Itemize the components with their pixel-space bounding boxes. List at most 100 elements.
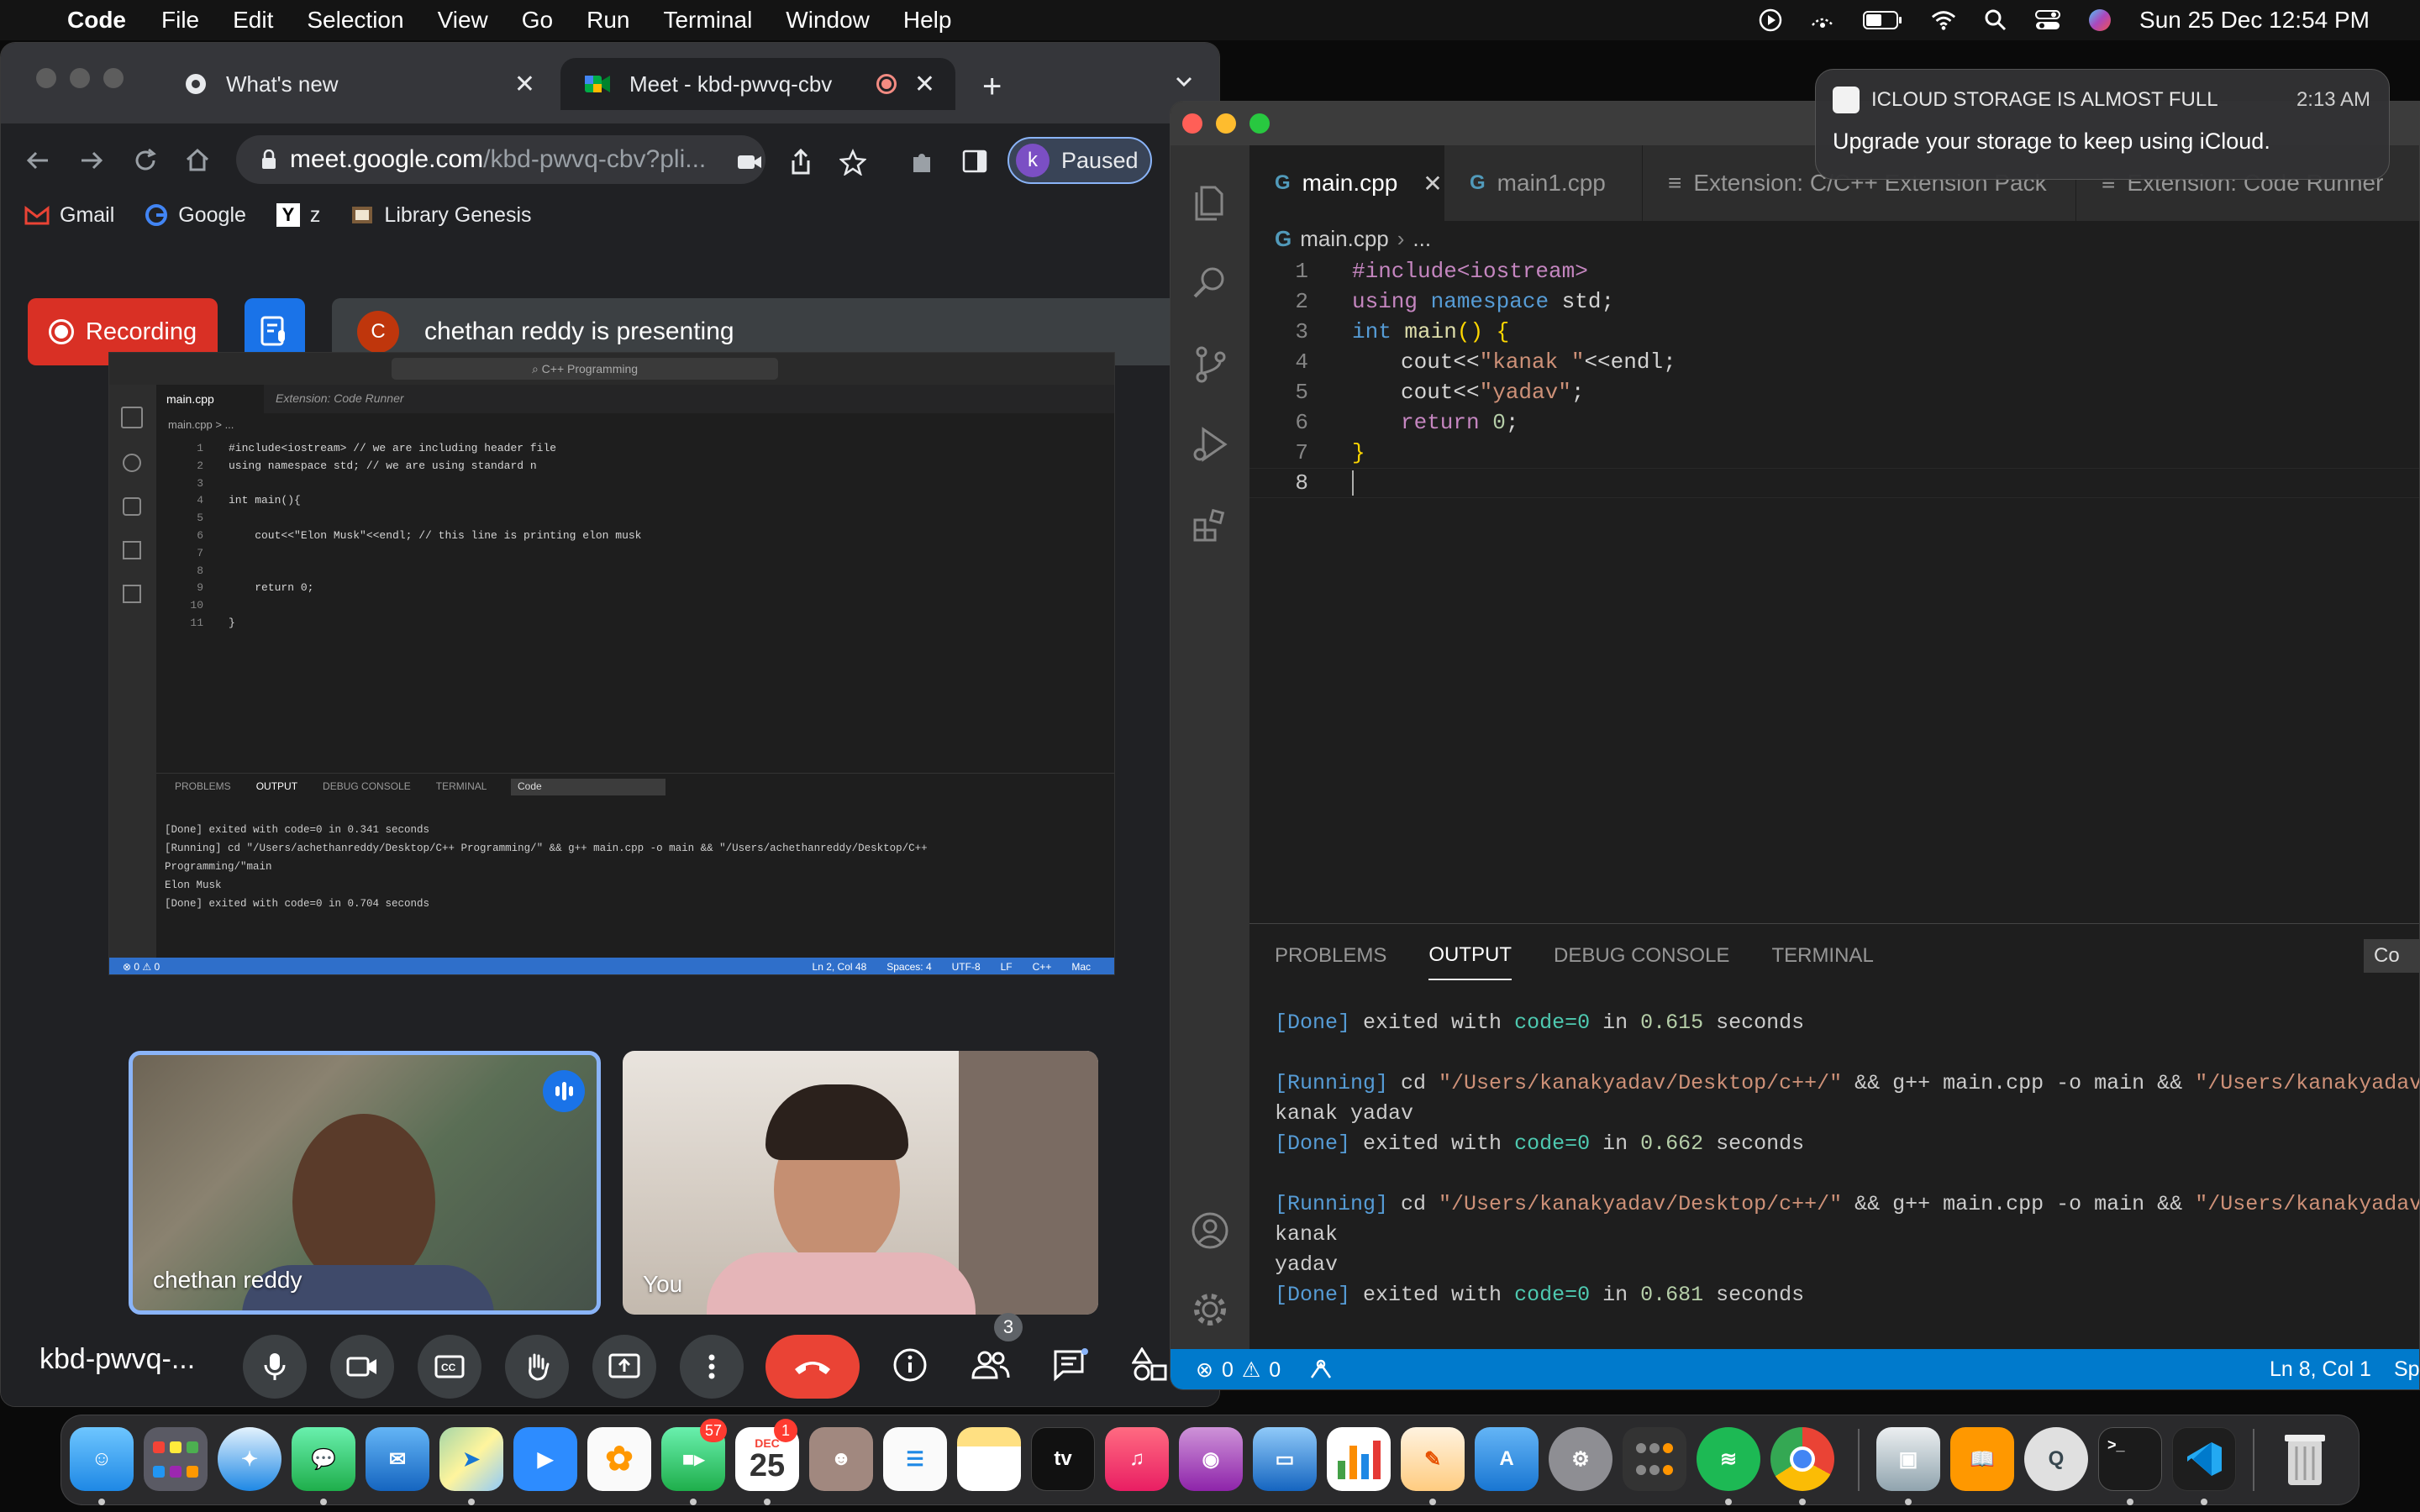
side-panel-icon[interactable]	[962, 149, 987, 174]
notes-icon[interactable]	[957, 1427, 1021, 1491]
run-debug-icon[interactable]	[1190, 424, 1230, 465]
spotify-icon[interactable]: ≋	[1697, 1427, 1760, 1491]
menu-datetime[interactable]: Sun 25 Dec 12:54 PM	[2139, 7, 2370, 34]
address-bar[interactable]: meet.google.com/kbd-pwvq-cbv?pli...	[236, 135, 765, 184]
tab-meet[interactable]: Meet - kbd-pwvq-cbv ✕	[560, 58, 955, 110]
system-preferences-icon[interactable]: ⚙	[1549, 1427, 1612, 1491]
app-store-icon[interactable]: A	[1475, 1427, 1539, 1491]
menu-help[interactable]: Help	[903, 7, 952, 34]
close-icon[interactable]: ✕	[914, 70, 935, 99]
icloud-notification[interactable]: ICLOUD STORAGE IS ALMOST FULL 2:13 AM Up…	[1815, 69, 2390, 180]
people-button[interactable]: 3	[967, 1313, 1023, 1389]
menu-go[interactable]: Go	[522, 7, 553, 34]
menu-run[interactable]: Run	[587, 7, 629, 34]
tab-debug-console[interactable]: DEBUG CONSOLE	[1554, 944, 1729, 968]
status-indentation[interactable]: Sp	[2394, 1357, 2419, 1382]
zoom-icon[interactable]: ▶	[513, 1427, 577, 1491]
menu-terminal[interactable]: Terminal	[663, 7, 752, 34]
terminal-icon[interactable]: >_	[2098, 1427, 2162, 1491]
tab-terminal[interactable]: TERMINAL	[1771, 944, 1873, 968]
trash-icon[interactable]	[2273, 1427, 2337, 1491]
window-zoom-button[interactable]	[1249, 113, 1270, 134]
menu-file[interactable]: File	[161, 7, 199, 34]
tab-problems[interactable]: PROBLEMS	[1275, 944, 1386, 968]
transfer-status-icon[interactable]	[1810, 8, 1835, 33]
music-icon[interactable]: ♫	[1105, 1427, 1169, 1491]
menu-selection[interactable]: Selection	[307, 7, 403, 34]
forward-arrow-icon[interactable]	[78, 147, 105, 174]
code-editor[interactable]: 1 #include<iostream> 2 using namespace std…	[1249, 256, 2419, 498]
control-center-icon[interactable]	[2035, 8, 2061, 33]
tab-output[interactable]: OUTPUT	[1428, 932, 1512, 980]
apple-tv-icon[interactable]: tv	[1031, 1427, 1095, 1491]
reminders-icon[interactable]: ☰	[883, 1427, 947, 1491]
meeting-details-button[interactable]	[886, 1341, 934, 1389]
bookmark-z[interactable]: Y z	[276, 203, 320, 228]
new-tab-button[interactable]: +	[982, 68, 1002, 106]
safari-icon[interactable]: ✦	[218, 1427, 281, 1491]
status-problems[interactable]: ⊗ 0 ⚠ 0	[1196, 1357, 1281, 1383]
settings-gear-icon[interactable]	[1190, 1289, 1230, 1330]
messages-icon[interactable]: 💬	[292, 1427, 355, 1491]
extensions-puzzle-icon[interactable]	[908, 149, 935, 176]
tab-search-chevron-icon[interactable]	[1174, 71, 1194, 92]
close-icon[interactable]: ✕	[1423, 170, 1442, 197]
bookmark-star-icon[interactable]	[839, 149, 866, 176]
close-icon[interactable]: ✕	[514, 70, 535, 99]
bookmark-library-genesis[interactable]: Library Genesis	[350, 203, 532, 228]
participant-tile-chethan[interactable]: chethan reddy	[129, 1051, 601, 1315]
source-control-icon[interactable]	[1190, 344, 1230, 384]
window-minimize-button[interactable]	[70, 68, 90, 88]
reload-icon[interactable]	[132, 147, 159, 174]
photos-icon[interactable]: ✿	[587, 1427, 651, 1491]
breadcrumb-file[interactable]: main.cpp	[1300, 226, 1389, 252]
spotlight-search-icon[interactable]	[1983, 8, 2008, 33]
profile-paused-button[interactable]: k Paused	[1007, 137, 1152, 184]
more-options-button[interactable]	[680, 1335, 744, 1399]
wifi-icon[interactable]	[1931, 8, 1956, 33]
participant-tile-you[interactable]: You	[623, 1051, 1098, 1315]
captions-button[interactable]: CC	[418, 1335, 481, 1399]
camera-button[interactable]	[330, 1335, 394, 1399]
menu-edit[interactable]: Edit	[233, 7, 273, 34]
status-cursor-position[interactable]: Ln 8, Col 1	[2270, 1357, 2371, 1382]
tab-main-cpp[interactable]: G main.cpp ✕	[1249, 145, 1444, 221]
menu-app-name[interactable]: Code	[67, 7, 126, 34]
present-screen-button[interactable]	[592, 1335, 656, 1399]
activities-button[interactable]	[1127, 1341, 1174, 1389]
raise-hand-button[interactable]	[505, 1335, 569, 1399]
contacts-icon[interactable]: ☻	[809, 1427, 873, 1491]
podcasts-icon[interactable]: ◉	[1179, 1427, 1243, 1491]
chat-button[interactable]	[1048, 1341, 1095, 1389]
launchpad-icon[interactable]	[144, 1427, 208, 1491]
quicktime-icon[interactable]: Q	[2024, 1427, 2088, 1491]
search-icon[interactable]	[1190, 263, 1230, 303]
vscode-app-icon[interactable]	[2172, 1427, 2236, 1491]
bookmark-gmail[interactable]: Gmail	[24, 203, 114, 228]
window-close-button[interactable]	[36, 68, 56, 88]
battery-icon[interactable]	[1862, 8, 1904, 33]
siri-icon[interactable]	[2087, 8, 2112, 33]
preview-icon[interactable]: ▣	[1876, 1427, 1940, 1491]
camera-blocked-icon[interactable]	[737, 152, 762, 172]
accounts-icon[interactable]	[1190, 1210, 1230, 1251]
play-status-icon[interactable]	[1758, 8, 1783, 33]
back-arrow-icon[interactable]	[24, 147, 51, 174]
remote-broadcast-icon[interactable]	[1308, 1357, 1334, 1381]
pages-icon[interactable]: ✎	[1401, 1427, 1465, 1491]
menu-view[interactable]: View	[438, 7, 488, 34]
books-icon[interactable]: 📖	[1950, 1427, 2014, 1491]
share-icon[interactable]	[789, 149, 813, 176]
finder-icon[interactable]: ☺	[70, 1427, 134, 1491]
window-minimize-button[interactable]	[1216, 113, 1236, 134]
home-icon[interactable]	[184, 147, 211, 174]
output-channel-select[interactable]: Co	[2364, 939, 2419, 973]
numbers-icon[interactable]	[1327, 1427, 1391, 1491]
mail-icon[interactable]: ✉	[366, 1427, 429, 1491]
explorer-icon[interactable]	[1190, 182, 1230, 223]
tab-main1-cpp[interactable]: G main1.cpp	[1444, 145, 1643, 221]
bookmark-google[interactable]: Google	[145, 203, 246, 228]
maps-icon[interactable]: ➤	[439, 1427, 503, 1491]
window-zoom-button[interactable]	[103, 68, 124, 88]
window-close-button[interactable]	[1182, 113, 1202, 134]
